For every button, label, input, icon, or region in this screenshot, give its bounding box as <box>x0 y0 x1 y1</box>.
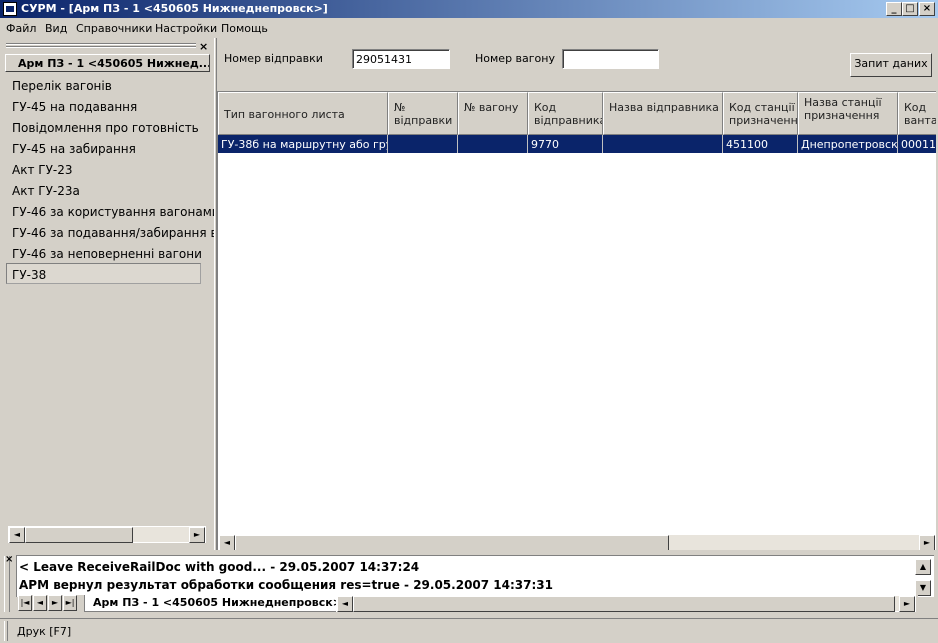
column-header-waybill-type[interactable]: Тип вагонного листа <box>218 92 388 135</box>
scroll-left-icon[interactable]: ◄ <box>219 535 235 550</box>
nav-item-gu45-delivery[interactable]: ГУ-45 на подавання <box>12 100 137 114</box>
panel-close-icon[interactable]: × <box>199 40 208 53</box>
dispatch-number-input[interactable]: 29051431 <box>352 49 450 69</box>
first-tab-icon[interactable]: |◄ <box>18 595 32 611</box>
table-cell[interactable] <box>603 135 723 153</box>
left-panel: × Арм ПЗ - 1 <450605 Нижнед... Перелік в… <box>0 38 220 550</box>
log-line: АРМ вернул результат обработки сообщения… <box>19 578 553 592</box>
log-scrollbar[interactable]: ◄ ► <box>336 595 916 612</box>
left-panel-scrollbar[interactable]: ◄ ► <box>8 526 206 543</box>
menu-help[interactable]: Помощь <box>221 22 268 35</box>
grid-scrollbar[interactable]: ◄ ► <box>218 534 936 550</box>
nav-item-gu46-unreturned[interactable]: ГУ-46 за неповерненні вагони <box>12 247 202 261</box>
scroll-thumb[interactable] <box>235 535 669 550</box>
next-tab-icon[interactable]: ► <box>48 595 62 611</box>
column-header-sender-code[interactable]: Код відправника <box>528 92 603 135</box>
menu-view[interactable]: Вид <box>45 22 67 35</box>
panel-grip[interactable] <box>6 46 196 48</box>
wagon-number-label: Номер вагону <box>475 52 555 65</box>
minimize-button[interactable]: _ <box>886 2 902 16</box>
prev-tab-icon[interactable]: ◄ <box>33 595 47 611</box>
nav-item-gu46-usage[interactable]: ГУ-46 за користування вагонами <box>12 205 220 219</box>
menu-references[interactable]: Справочники <box>76 22 152 35</box>
menu-settings[interactable]: Настройки <box>155 22 217 35</box>
nav-item-act-gu23a[interactable]: Акт ГУ-23а <box>12 184 80 198</box>
log-output: < Leave ReceiveRailDoc with good... - 29… <box>16 555 934 597</box>
title-bar: СУРМ - [Арм ПЗ - 1 <450605 Нижнеднепровс… <box>0 0 938 18</box>
maximize-button[interactable]: □ <box>902 2 918 16</box>
log-line: < Leave ReceiveRailDoc with good... - 29… <box>19 560 420 574</box>
column-header-wagon-no[interactable]: № вагону <box>458 92 528 135</box>
table-cell[interactable] <box>458 135 528 153</box>
log-panel: × < Leave ReceiveRailDoc with good... - … <box>0 552 938 614</box>
scroll-right-icon[interactable]: ► <box>189 527 205 543</box>
status-bar: Друк [F7] <box>0 618 938 643</box>
wagon-number-input[interactable] <box>562 49 659 69</box>
data-grid: Тип вагонного листа № відправки № вагону… <box>217 91 936 550</box>
table-cell[interactable]: Днепропетровск <box>798 135 898 153</box>
table-cell[interactable]: 9770 <box>528 135 603 153</box>
table-cell[interactable]: 000110 <box>898 135 936 153</box>
window-title: СУРМ - [Арм ПЗ - 1 <450605 Нижнеднепровс… <box>21 2 328 15</box>
scroll-right-icon[interactable]: ► <box>919 535 935 550</box>
nav-item-gu46-delivery-pickup[interactable]: ГУ-46 за подавання/забирання в <box>12 226 218 240</box>
nav-item-act-gu23[interactable]: Акт ГУ-23 <box>12 163 73 177</box>
panel-header-button[interactable]: Арм ПЗ - 1 <450605 Нижнед... <box>5 54 210 72</box>
scroll-down-icon[interactable]: ▼ <box>915 580 931 596</box>
scroll-up-icon[interactable]: ▲ <box>915 559 931 575</box>
scroll-left-icon[interactable]: ◄ <box>337 596 353 612</box>
menu-bar: Файл Вид Справочники Настройки Помощь <box>0 19 938 38</box>
app-icon <box>3 2 17 16</box>
column-header-sender-name[interactable]: Назва відправника <box>603 92 723 135</box>
log-tab-strip: |◄ ◄ ► ►| Арм ПЗ - 1 <450605 Нижнеднепро… <box>18 595 918 612</box>
table-cell[interactable]: 451100 <box>723 135 798 153</box>
status-print-hint[interactable]: Друк [F7] <box>17 625 71 638</box>
column-header-dest-station-name[interactable]: Назва станції призначення <box>798 92 898 135</box>
scroll-right-icon[interactable]: ► <box>899 596 915 612</box>
log-tab[interactable]: Арм ПЗ - 1 <450605 Нижнеднепровск> <box>84 595 349 612</box>
log-close-icon[interactable]: × <box>5 554 13 565</box>
column-header-dest-station-code[interactable]: Код станції призначення <box>723 92 798 135</box>
nav-item-gu45-pickup[interactable]: ГУ-45 на забирання <box>12 142 136 156</box>
dispatch-number-label: Номер відправки <box>224 52 323 65</box>
nav-item-readiness-notice[interactable]: Повідомлення про готовність <box>12 121 199 135</box>
close-button[interactable]: × <box>919 2 935 16</box>
scroll-left-icon[interactable]: ◄ <box>9 527 25 543</box>
panel-grip[interactable] <box>6 43 196 45</box>
last-tab-icon[interactable]: ►| <box>63 595 77 611</box>
status-grip <box>4 621 8 641</box>
nav-item-gu38[interactable]: ГУ-38 <box>12 268 46 282</box>
column-header-cargo-code[interactable]: Код ванта <box>898 92 936 135</box>
menu-file[interactable]: Файл <box>6 22 36 35</box>
table-cell[interactable]: ГУ-38б на маршрутну або гру... <box>218 135 388 153</box>
nav-item-wagon-list[interactable]: Перелік вагонів <box>12 79 112 93</box>
request-data-button[interactable]: Запит даних <box>850 53 932 77</box>
column-header-dispatch-no[interactable]: № відправки <box>388 92 458 135</box>
table-cell[interactable] <box>388 135 458 153</box>
scroll-thumb[interactable] <box>353 596 895 612</box>
scroll-thumb[interactable] <box>25 527 133 543</box>
